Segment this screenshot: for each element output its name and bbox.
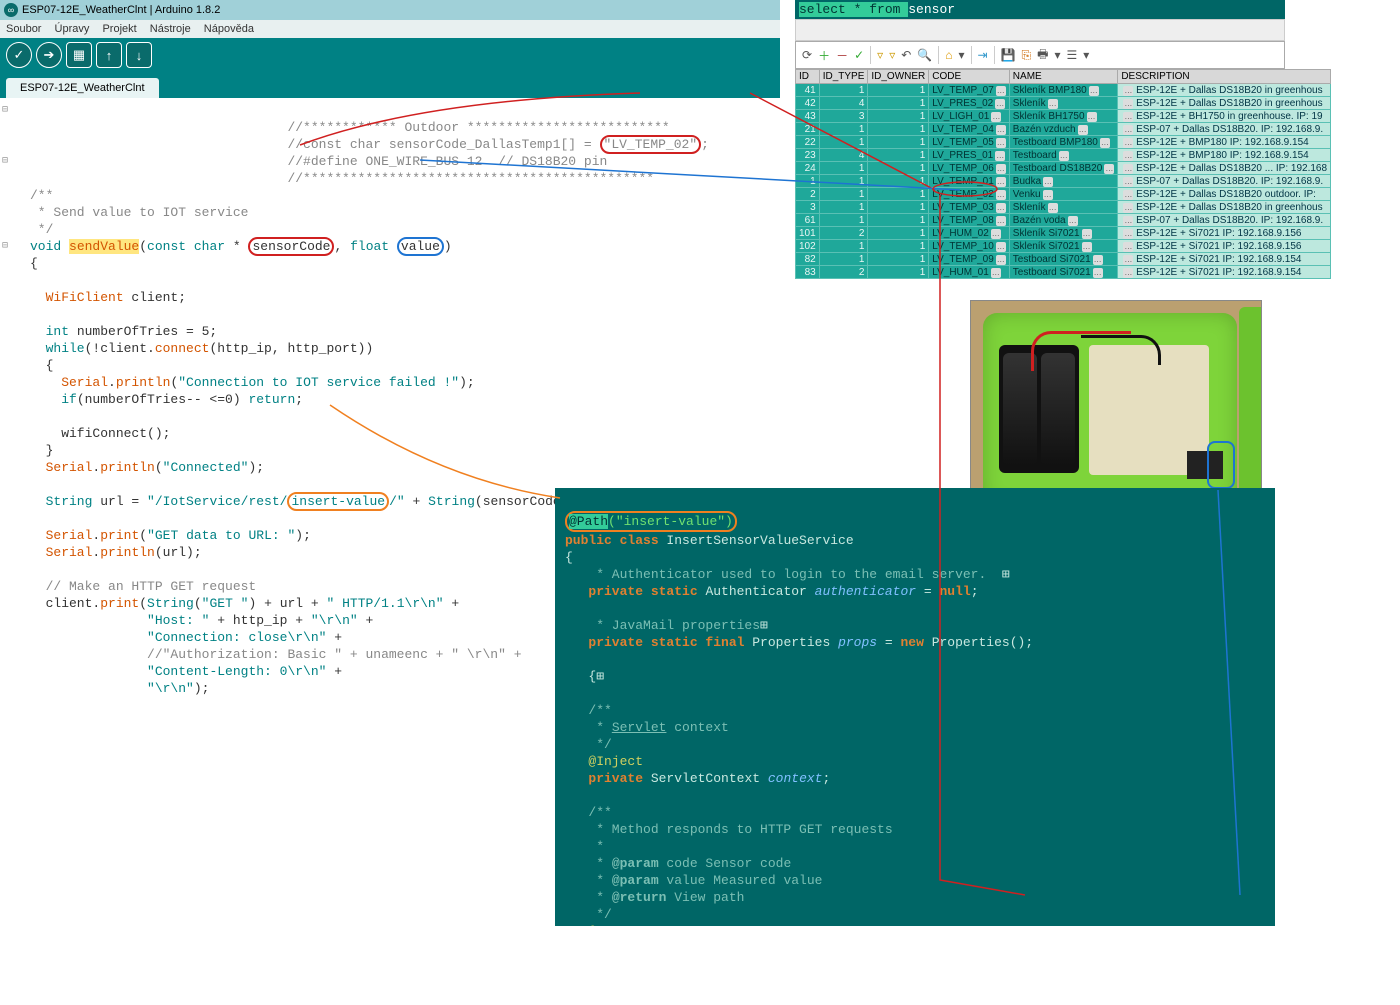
param-sensorcode: sensorCode xyxy=(248,237,334,256)
table-row[interactable]: 10211LV_TEMP_10…Skleník Si7021…… ESP-12E… xyxy=(796,240,1331,253)
menu-bar[interactable]: Soubor Úpravy Projekt Nástroje Nápověda xyxy=(0,20,780,38)
table-row[interactable]: 8211LV_TEMP_09…Testboard Si7021…… ESP-12… xyxy=(796,253,1331,266)
title-bar: ∞ ESP07-12E_WeatherClnt | Arduino 1.8.2 xyxy=(0,0,780,20)
print-icon[interactable]: 🖶 xyxy=(1037,45,1048,66)
remove-icon[interactable]: － xyxy=(836,47,848,64)
col-name[interactable]: NAME xyxy=(1009,70,1118,84)
col-id[interactable]: ID xyxy=(796,70,820,84)
java-editor[interactable]: @Path("insert-value") public class Inser… xyxy=(555,488,1275,926)
insert-value-url: insert-value xyxy=(287,492,389,511)
filter2-icon[interactable]: ▿ xyxy=(889,48,895,62)
export-icon[interactable]: ⇥ xyxy=(978,48,988,62)
filter-icon[interactable]: ▿ xyxy=(877,48,883,62)
toolbar: ✓ ➔ ▦ ↑ ↓ xyxy=(0,38,780,72)
table-row[interactable]: 10121LV_HUM_02…Skleník Si7021…… ESP-12E … xyxy=(796,227,1331,240)
sketch-tab[interactable]: ESP07-12E_WeatherClnt xyxy=(6,78,159,98)
sensor-highlight xyxy=(1207,441,1235,489)
path-annotation: @Path("insert-value") xyxy=(565,511,737,532)
db-panel: select * from sensor ⟳ ＋ － ✓ ▿ ▿ ↶ 🔍 ⌂ ▾… xyxy=(795,0,1285,279)
upload-button[interactable]: ➔ xyxy=(36,42,62,68)
undo-icon[interactable]: ↶ xyxy=(901,48,911,62)
table-row[interactable]: 211LV_TEMP_02…Venku…… ESP-12E + Dallas D… xyxy=(796,188,1331,201)
table-row[interactable]: 4111LV_TEMP_07…Skleník BMP180…… ESP-12E … xyxy=(796,84,1331,97)
hardware-photo xyxy=(970,300,1262,520)
table-row[interactable]: 2211LV_TEMP_05…Testboard BMP180…… ESP-12… xyxy=(796,136,1331,149)
commit-icon[interactable]: ✓ xyxy=(854,48,864,62)
tab-bar: ESP07-12E_WeatherClnt xyxy=(0,72,780,98)
col-code[interactable]: CODE xyxy=(929,70,1010,84)
table-row[interactable]: 311LV_TEMP_03…Skleník…… ESP-12E + Dallas… xyxy=(796,201,1331,214)
table-row[interactable]: 6111LV_TEMP_08…Bazén voda…… ESP-07 + Dal… xyxy=(796,214,1331,227)
refresh-icon[interactable]: ⟳ xyxy=(802,48,812,62)
window-title: ESP07-12E_WeatherClnt | Arduino 1.8.2 xyxy=(22,0,220,20)
table-row[interactable]: 8321LV_HUM_01…Testboard Si7021…… ESP-12E… xyxy=(796,266,1331,279)
table-row[interactable]: 111LV_TEMP_01…Budka…… ESP-07 + Dallas DS… xyxy=(796,175,1331,188)
copy-icon[interactable]: ⎘ xyxy=(1022,48,1032,63)
lv-temp-02-literal: "LV_TEMP_02" xyxy=(600,135,702,154)
menu-help[interactable]: Nápověda xyxy=(204,23,254,35)
db-toolbar[interactable]: ⟳ ＋ － ✓ ▿ ▿ ↶ 🔍 ⌂ ▾ ⇥ 💾 ⎘ 🖶 ▾ ☰▾ xyxy=(795,41,1285,69)
menu-tools[interactable]: Nástroje xyxy=(150,23,191,35)
home-icon[interactable]: ⌂ xyxy=(945,48,952,62)
table-row[interactable]: 4241LV_PRES_02…Skleník…… ESP-12E + Dalla… xyxy=(796,97,1331,110)
table-row[interactable]: 2341LV_PRES_01…Testboard…… ESP-12E + BMP… xyxy=(796,149,1331,162)
sendvalue-fn: sendValue xyxy=(69,239,139,254)
sensor-table[interactable]: IDID_TYPEID_OWNERCODENAMEDESCRIPTION 411… xyxy=(795,69,1331,279)
sql-query[interactable]: select * from sensor xyxy=(795,0,1285,19)
open-button[interactable]: ↑ xyxy=(96,42,122,68)
col-description[interactable]: DESCRIPTION xyxy=(1118,70,1331,84)
menu-sketch[interactable]: Projekt xyxy=(102,23,136,35)
arduino-icon: ∞ xyxy=(4,3,18,17)
menu-icon[interactable]: ☰ xyxy=(1067,48,1078,62)
table-row[interactable]: 2111LV_TEMP_04…Bazén vzduch…… ESP-07 + D… xyxy=(796,123,1331,136)
save-button[interactable]: ↓ xyxy=(126,42,152,68)
add-icon[interactable]: ＋ xyxy=(818,47,830,64)
new-button[interactable]: ▦ xyxy=(66,42,92,68)
table-row[interactable]: 4331LV_LIGH_01…Skleník BH1750…… ESP-12E … xyxy=(796,110,1331,123)
save-icon[interactable]: 💾 xyxy=(1001,48,1016,62)
menu-file[interactable]: Soubor xyxy=(6,23,41,35)
menu-edit[interactable]: Úpravy xyxy=(55,23,90,35)
param-value: value xyxy=(397,237,444,256)
col-id_owner[interactable]: ID_OWNER xyxy=(868,70,929,84)
col-id_type[interactable]: ID_TYPE xyxy=(819,70,868,84)
fold-gutter: ⊟ ⊟ ⊟ xyxy=(2,102,8,255)
verify-button[interactable]: ✓ xyxy=(6,42,32,68)
table-row[interactable]: 2411LV_TEMP_06…Testboard DS18B20…… ESP-1… xyxy=(796,162,1331,175)
find-icon[interactable]: 🔍 xyxy=(917,48,932,62)
